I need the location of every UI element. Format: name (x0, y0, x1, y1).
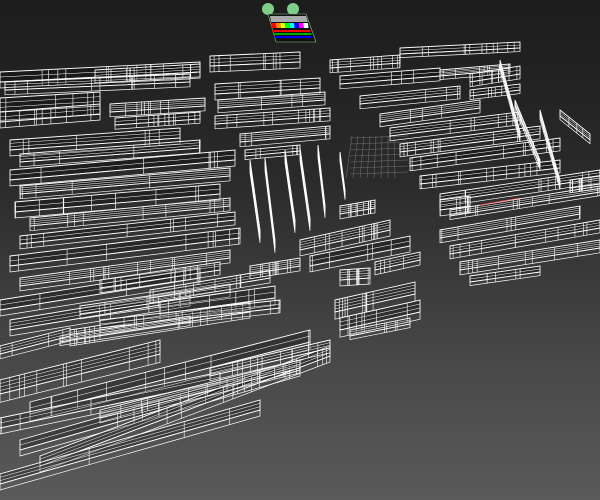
grid-line (352, 135, 359, 179)
wireframe-object[interactable] (329, 54, 401, 74)
color-swatch (303, 23, 309, 28)
wire-edge (559, 109, 591, 141)
wireframe-object[interactable] (299, 147, 311, 231)
color-swatch (275, 23, 281, 28)
wireframe-object[interactable] (339, 267, 371, 287)
wireframe-object[interactable] (114, 111, 201, 130)
sphere-handle (287, 3, 299, 15)
wire-edge (559, 111, 591, 137)
wire-edge (459, 245, 600, 269)
grid-line (349, 141, 409, 145)
wire-edge (299, 155, 311, 231)
wireframe-object[interactable] (374, 251, 421, 276)
color-stripe (272, 30, 311, 32)
wireframe-object[interactable] (469, 265, 541, 287)
grid-line (366, 135, 371, 179)
grid-line (349, 171, 409, 175)
grid-line (345, 135, 353, 179)
wire-edge (469, 268, 541, 280)
grid-line (349, 135, 409, 139)
sphere-handle (262, 3, 274, 15)
color-swatch (284, 23, 291, 28)
color-stripe (273, 33, 312, 35)
wireframe-object[interactable] (214, 107, 331, 130)
grid-line (373, 135, 377, 179)
wireframe-object[interactable] (317, 144, 326, 218)
wireframe-scene (0, 3, 600, 491)
wire-edge (214, 77, 321, 95)
wireframe-object[interactable] (469, 83, 521, 100)
3d-viewport[interactable] (0, 0, 600, 500)
grid-line (349, 153, 409, 157)
wire-edge (329, 54, 401, 69)
color-stripe (274, 36, 313, 38)
grid-line (349, 165, 409, 169)
wireframe-object[interactable] (209, 51, 301, 73)
wireframe-object[interactable] (244, 144, 301, 160)
color-swatch (280, 23, 286, 28)
wire-edge (299, 151, 311, 223)
wireframe-object[interactable] (339, 199, 376, 220)
wireframe-object[interactable] (239, 125, 331, 148)
wireframe-object[interactable] (399, 41, 521, 58)
color-swatch (271, 23, 277, 28)
grid-line (349, 159, 409, 163)
wire-edge (99, 363, 301, 415)
wireframe-object[interactable] (264, 157, 276, 253)
wire-edge (359, 85, 461, 105)
color-swatch (298, 23, 304, 28)
grid-line (349, 147, 409, 151)
color-swatch (294, 23, 300, 28)
wire-edge (299, 224, 391, 246)
wireframe-object[interactable] (0, 327, 71, 360)
wire-edge (379, 103, 481, 119)
gray-ramp (270, 16, 308, 22)
wireframe-object[interactable] (559, 109, 591, 145)
color-palette-card[interactable] (262, 3, 317, 43)
wireframe-object[interactable] (284, 149, 296, 233)
grid-line (359, 135, 365, 179)
color-swatch (289, 23, 295, 28)
wireframe-object[interactable] (339, 151, 346, 200)
wire-edge (559, 113, 591, 139)
grid-line (380, 135, 383, 179)
wire-edge (0, 330, 71, 349)
wireframe-object[interactable] (249, 159, 261, 243)
